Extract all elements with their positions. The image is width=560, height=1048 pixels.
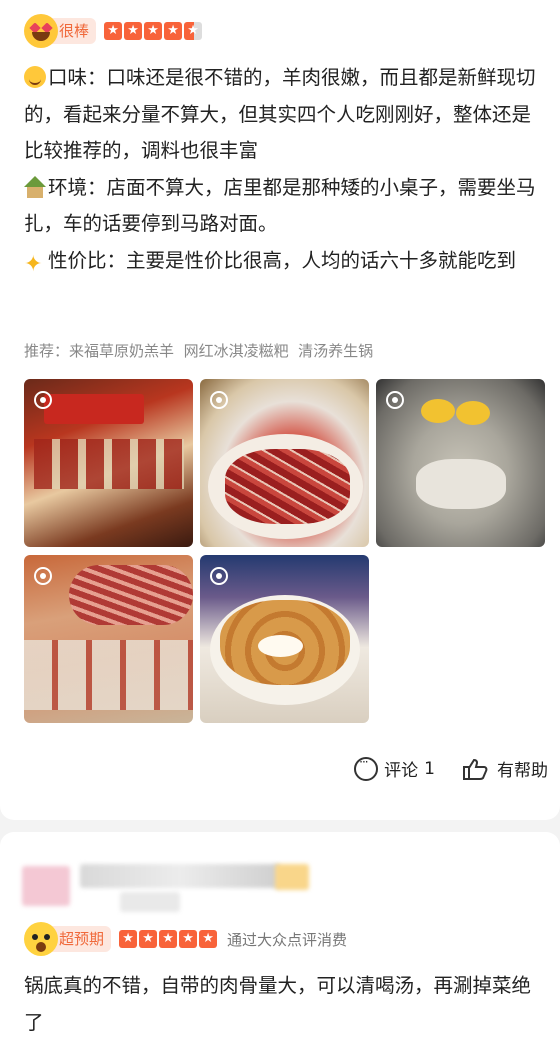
star-rating: ★ ★ ★ ★ ★: [104, 22, 203, 40]
recommended-dish[interactable]: 网红冰淇凌糍粑: [184, 342, 289, 360]
value-paragraph: ✦ 性价比：主要是性价比很高，人均的话六十多就能吃到: [24, 248, 517, 277]
star-icon: ★: [164, 22, 183, 40]
thumbs-up-icon: [463, 758, 488, 780]
review-text: 口味：口味还是很不错的，羊肉很嫩，而且都是新鲜现切的，看起来分量不算大，但其实四…: [24, 60, 544, 279]
star-icon: ★: [144, 22, 163, 40]
sparkle-emoji-icon: ✦: [24, 251, 43, 277]
live-photo-icon: [210, 391, 228, 409]
review-card: 很棒 ★ ★ ★ ★ ★ 口味：口味还是很不错的，羊肉很嫩，而且都是新鲜现切的，…: [0, 0, 560, 820]
smile-emoji-icon: [24, 66, 46, 88]
half-star-icon: ★: [184, 22, 203, 40]
consumption-source: 通过大众点评消费: [227, 930, 348, 949]
photo-broth-pot[interactable]: [376, 379, 545, 547]
star-icon: ★: [124, 22, 143, 40]
review-text: 锅底真的不错，自带的肉骨量大，可以清喝汤，再涮掉菜绝了: [24, 974, 532, 1034]
environment-paragraph: 环境：店面不算大，店里都是那种矮的小桌子，需要坐马扎，车的话要停到马路对面。: [24, 175, 536, 235]
recommended-dishes: 推荐：来福草原奶羔羊 网红冰淇凌糍粑 清汤养生锅: [24, 342, 374, 360]
user-info-blurred: [20, 852, 320, 926]
star-icon: ★: [139, 930, 158, 948]
helpful-button[interactable]: 有帮助: [461, 756, 548, 781]
recommended-dish[interactable]: 来福草原奶羔羊: [69, 342, 174, 360]
rating-badge: 很棒: [52, 18, 97, 44]
photo-fried-dessert[interactable]: [200, 555, 369, 723]
star-icon: ★: [119, 930, 138, 948]
comment-button[interactable]: 评论1: [354, 755, 435, 781]
comment-icon: [354, 755, 379, 781]
photo-sliced-lamb[interactable]: [200, 379, 369, 547]
recommended-dish[interactable]: 清汤养生锅: [298, 342, 373, 360]
star-icon: ★: [199, 930, 218, 948]
live-photo-icon: [386, 391, 404, 409]
star-icon: ★: [104, 22, 123, 40]
rating-badge: 超预期: [52, 926, 112, 952]
comment-count: 1: [424, 758, 435, 779]
live-photo-icon: [34, 567, 52, 585]
house-emoji-icon: [24, 175, 46, 198]
rating-row: 很棒 ★ ★ ★ ★ ★: [24, 14, 203, 48]
love-face-icon: [24, 14, 58, 48]
live-photo-icon: [210, 567, 228, 585]
taste-paragraph: 口味：口味还是很不错的，羊肉很嫩，而且都是新鲜现切的，看起来分量不算大，但其实四…: [24, 66, 536, 162]
review-actions: 评论1 有帮助: [354, 755, 548, 781]
star-rating: ★ ★ ★ ★ ★: [119, 930, 218, 948]
photo-meat-display[interactable]: [24, 555, 193, 723]
rating-row: 超预期 ★ ★ ★ ★ ★ 通过大众点评消费: [24, 922, 347, 956]
photo-restaurant-interior[interactable]: [24, 379, 193, 547]
star-icon: ★: [159, 930, 178, 948]
review-card: 超预期 ★ ★ ★ ★ ★ 通过大众点评消费 锅底真的不错，自带的肉骨量大，可以…: [0, 832, 560, 1048]
star-icon: ★: [179, 930, 198, 948]
shocked-face-icon: [24, 922, 58, 956]
live-photo-icon: [34, 391, 52, 409]
